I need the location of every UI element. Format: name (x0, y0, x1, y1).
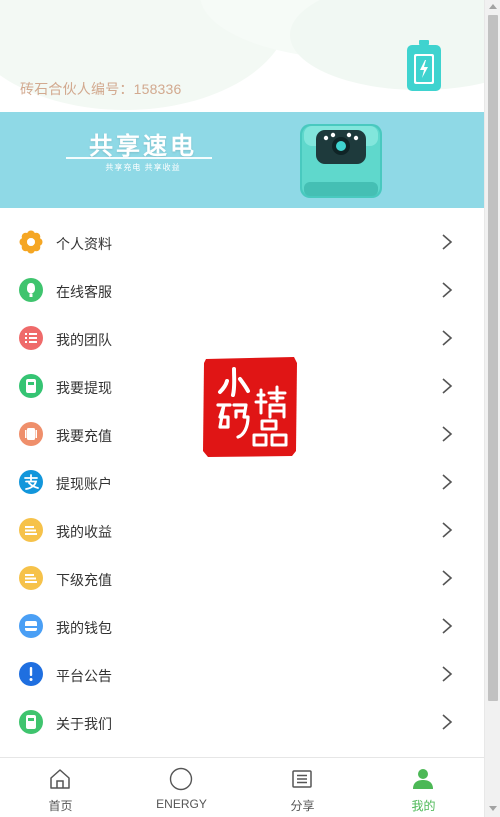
menu-item-my-wallet[interactable]: 我的钱包 (0, 602, 484, 650)
vertical-scrollbar[interactable] (484, 0, 500, 817)
menu-item-withdraw-account[interactable]: 提现账户 (0, 458, 484, 506)
profile-flower-icon (19, 230, 43, 254)
header-decoration (290, 0, 484, 90)
menu-item-label: 我的钱包 (56, 620, 112, 636)
menu-item-sub-recharge[interactable]: 下级充值 (0, 554, 484, 602)
chevron-right-icon (442, 618, 453, 634)
chevron-right-icon (442, 570, 453, 586)
tab-label: 分享 (290, 799, 315, 813)
menu-item-label: 我要提现 (56, 380, 112, 396)
menu-item-label: 个人资料 (56, 236, 112, 252)
tab-label: 我的 (411, 799, 436, 813)
tab-energy[interactable]: ENERGY (121, 758, 242, 817)
tab-label: ENERGY (156, 797, 207, 811)
chevron-right-icon (442, 378, 453, 394)
promo-banner[interactable]: 共享速电 共享充电 共享收益 (0, 112, 484, 208)
scroll-down-arrow-icon[interactable] (489, 806, 497, 811)
tab-share[interactable]: 分享 (242, 758, 363, 817)
banner-subtitle: 共享充电 共享收益 (105, 163, 181, 172)
menu-item-label: 下级充值 (56, 572, 112, 588)
profile-menu: 个人资料 在线客服 我的团队 我要提现 我要充值 提现账户 我的收益 下级充值 … (0, 218, 484, 746)
announcement-icon (19, 662, 43, 686)
chevron-right-icon (442, 282, 453, 298)
app-page: 砖石合伙人编号：158336 共享速电 共享充电 共享收益 个人资料 在线客服 … (0, 0, 484, 817)
menu-item-label: 我要充值 (56, 428, 112, 444)
sub-recharge-icon (19, 566, 43, 590)
chevron-right-icon (442, 522, 453, 538)
menu-item-label: 我的团队 (56, 332, 112, 348)
menu-item-label: 提现账户 (56, 476, 112, 492)
recharge-icon (19, 422, 43, 446)
wallet-icon (19, 614, 43, 638)
chevron-right-icon (442, 474, 453, 490)
earnings-icon (19, 518, 43, 542)
tab-label: 首页 (48, 799, 73, 813)
menu-item-label: 我的收益 (56, 524, 112, 540)
banner-divider (66, 157, 212, 159)
menu-item-label: 关于我们 (56, 716, 112, 732)
menu-item-about-us[interactable]: 关于我们 (0, 698, 484, 746)
chevron-right-icon (442, 666, 453, 682)
chevron-right-icon (442, 234, 453, 250)
chevron-right-icon (442, 714, 453, 730)
tab-home[interactable]: 首页 (0, 758, 121, 817)
seal-stamp-watermark (203, 357, 297, 457)
menu-item-label: 在线客服 (56, 284, 112, 300)
scroll-up-arrow-icon[interactable] (489, 4, 497, 9)
customer-service-icon (19, 278, 43, 302)
alipay-icon (19, 470, 43, 494)
battery-charging-icon (407, 40, 441, 91)
menu-item-my-earnings[interactable]: 我的收益 (0, 506, 484, 554)
energy-circle-icon (169, 767, 193, 791)
withdraw-icon (19, 374, 43, 398)
scrollbar-thumb[interactable] (488, 15, 498, 701)
menu-item-label: 平台公告 (56, 668, 112, 684)
menu-item-profile[interactable]: 个人资料 (0, 218, 484, 266)
user-icon (413, 769, 433, 789)
chevron-right-icon (442, 426, 453, 442)
tab-mine[interactable]: 我的 (363, 758, 484, 817)
bottom-tab-bar: 首页 ENERGY 分享 我的 (0, 757, 484, 817)
banner-title: 共享速电 (89, 131, 197, 160)
chevron-right-icon (442, 330, 453, 346)
team-list-icon (19, 326, 43, 350)
about-us-icon (19, 710, 43, 734)
menu-item-customer-service[interactable]: 在线客服 (0, 266, 484, 314)
home-icon (50, 769, 70, 789)
power-bank-image (300, 124, 382, 198)
partner-id-text: 砖石合伙人编号：158336 (20, 81, 182, 97)
profile-header: 砖石合伙人编号：158336 (0, 0, 484, 112)
share-list-icon (292, 770, 312, 788)
menu-item-announcement[interactable]: 平台公告 (0, 650, 484, 698)
